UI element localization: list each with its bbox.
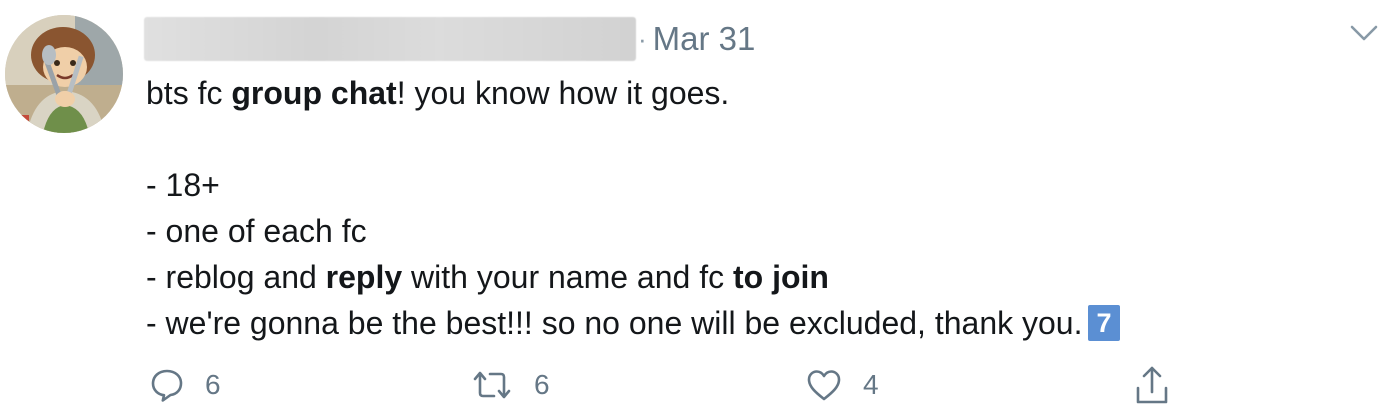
text-bold-segment: group chat: [231, 75, 397, 111]
tweet[interactable]: · Mar 31 bts fc group chat! you know how…: [0, 0, 1400, 419]
reply-button[interactable]: 6: [149, 360, 221, 410]
chevron-down-icon[interactable]: [1349, 22, 1379, 44]
bullet-fc: - one of each fc: [146, 213, 367, 249]
avatar[interactable]: [5, 15, 123, 133]
tweet-actions: 6 6 4: [0, 360, 1400, 410]
tweet-header: · Mar 31: [144, 12, 755, 66]
retweet-count: 6: [534, 369, 550, 400]
bullet-join: - reblog and reply with your name and fc…: [146, 254, 1376, 300]
text-segment: ! you know how it goes.: [396, 75, 730, 111]
share-icon: [1133, 364, 1171, 406]
bullet-best: - we're gonna be the best!!! so no one w…: [146, 300, 1376, 346]
avatar-image: [5, 15, 123, 133]
text-segment: - reblog and: [146, 259, 326, 295]
text-bold-segment: reply: [325, 259, 403, 295]
text-segment: - we're gonna be the best!!! so no one w…: [146, 305, 1083, 341]
author-name-redacted[interactable]: [144, 17, 636, 61]
tweet-date[interactable]: Mar 31: [653, 20, 756, 58]
heart-icon: [805, 367, 843, 403]
bullet-age: - 18+: [146, 167, 220, 203]
share-button[interactable]: [1133, 360, 1171, 410]
header-separator: ·: [638, 23, 647, 54]
tweet-text: bts fc group chat! you know how it goes.…: [146, 70, 1376, 346]
text-line-1: bts fc group chat! you know how it goes.: [146, 70, 1376, 116]
text-segment: bts fc: [146, 75, 232, 111]
like-button[interactable]: 4: [805, 360, 879, 410]
retweet-button[interactable]: 6: [470, 360, 550, 410]
reply-count: 6: [205, 369, 221, 400]
text-segment: with your name and fc: [402, 259, 733, 295]
speech-bubble-icon: [149, 367, 185, 403]
number-seven-badge: 7: [1088, 305, 1120, 341]
like-count: 4: [863, 369, 879, 400]
text-bold-segment: to join: [732, 259, 829, 295]
retweet-icon: [470, 367, 514, 403]
